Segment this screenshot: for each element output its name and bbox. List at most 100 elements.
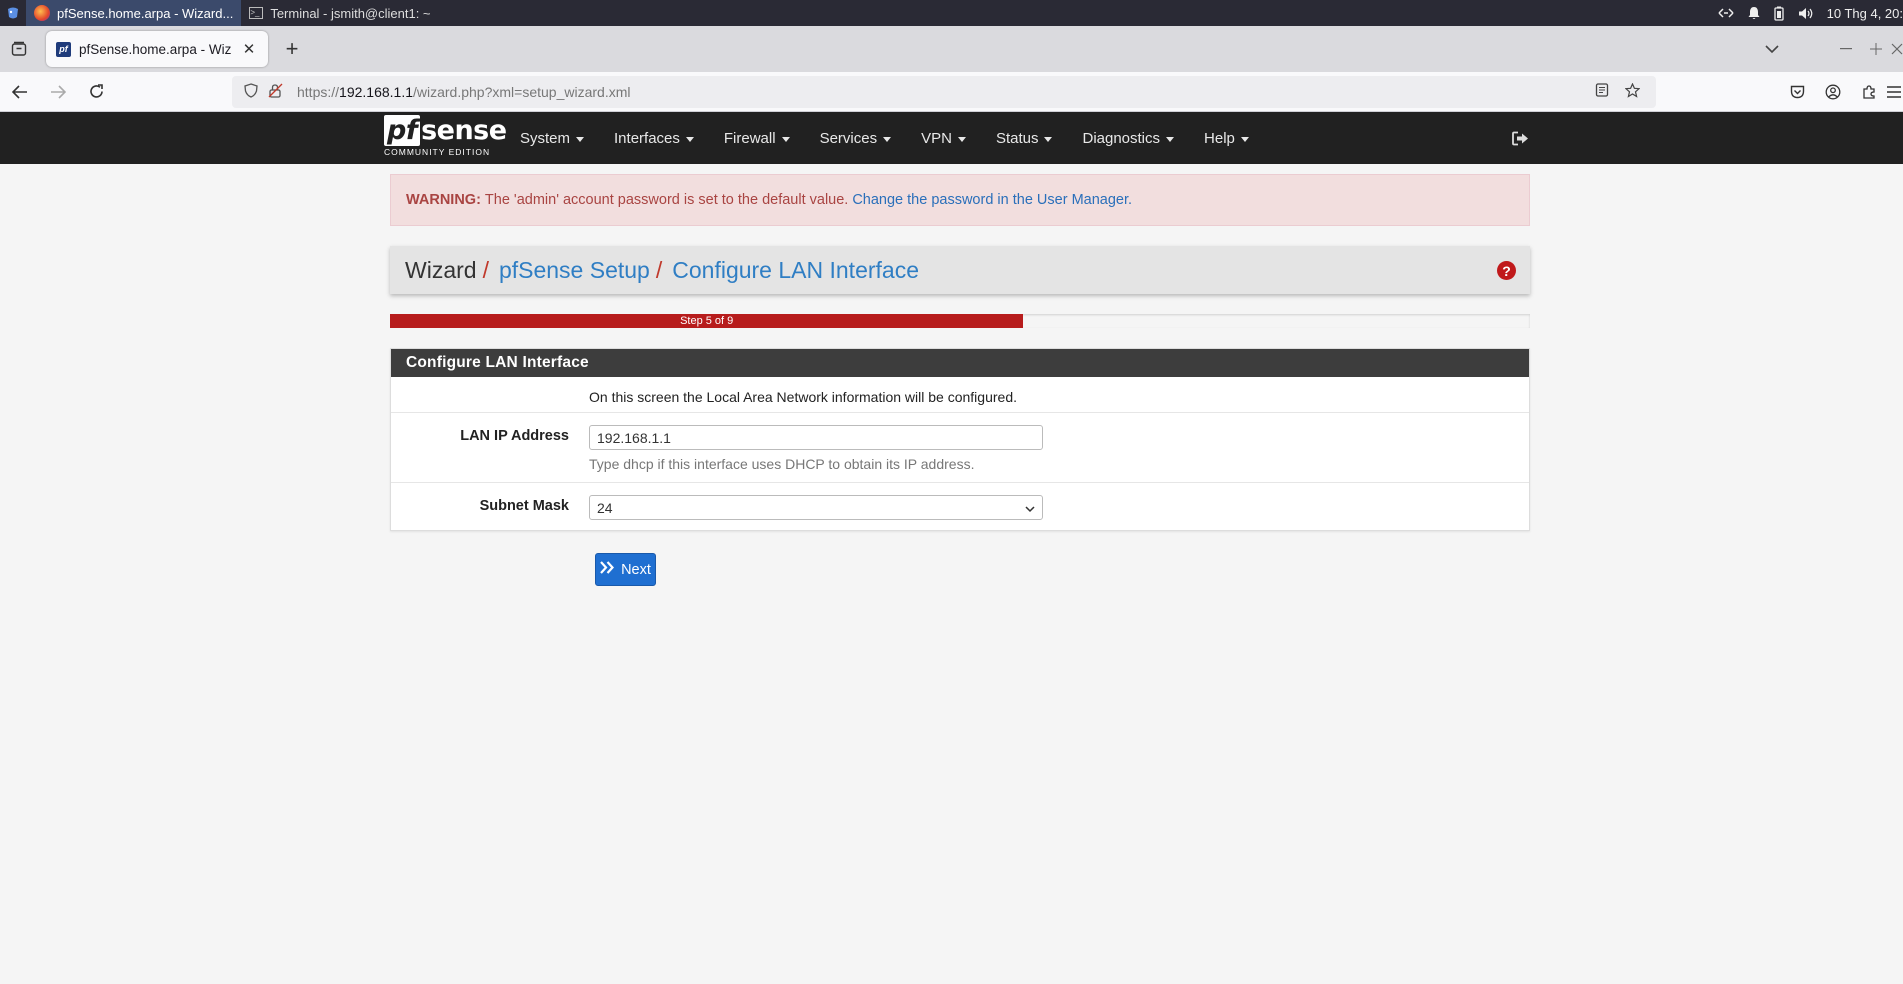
insecure-lock-icon[interactable] bbox=[268, 83, 283, 101]
caret-down-icon bbox=[1240, 136, 1249, 142]
caret-down-icon bbox=[883, 136, 892, 142]
browser-tab-active[interactable]: pf pfSense.home.arpa - Wizard: ✕ bbox=[46, 31, 268, 67]
subnet-field-wrap: 24 bbox=[589, 483, 1043, 530]
next-button-label: Next bbox=[621, 561, 651, 578]
menu-system[interactable]: System bbox=[505, 112, 599, 164]
menu-vpn[interactable]: VPN bbox=[906, 112, 981, 164]
taskbar-task-terminal[interactable]: >_ Terminal - jsmith@client1: ~ bbox=[241, 0, 438, 26]
wizard-progress-bar: Step 5 of 9 bbox=[390, 314, 1024, 328]
pfsense-main-menu: System Interfaces Firewall Services VPN … bbox=[505, 112, 1264, 164]
shield-icon[interactable] bbox=[244, 83, 258, 101]
url-bar-actions bbox=[1595, 82, 1656, 101]
configure-lan-panel: Configure LAN Interface On this screen t… bbox=[390, 348, 1530, 531]
pfsense-logo[interactable]: pf sense COMMUNITY EDITION bbox=[384, 115, 507, 161]
help-question-icon[interactable]: ? bbox=[1497, 261, 1516, 280]
intro-label-spacer bbox=[391, 377, 569, 412]
app-menu-icon[interactable] bbox=[1887, 76, 1903, 108]
firefox-icon bbox=[34, 5, 50, 21]
desktop-taskbar: pfSense.home.arpa - Wizard... >_ Termina… bbox=[0, 0, 1903, 26]
logo-sense-text: sense bbox=[421, 115, 507, 146]
reload-icon[interactable] bbox=[78, 76, 114, 108]
double-chevron-right-icon bbox=[600, 561, 615, 578]
logout-icon[interactable] bbox=[1508, 126, 1532, 150]
volume-icon[interactable] bbox=[1798, 7, 1813, 20]
menu-status[interactable]: Status bbox=[981, 112, 1068, 164]
extensions-icon[interactable] bbox=[1851, 76, 1887, 108]
menu-services[interactable]: Services bbox=[805, 112, 907, 164]
tab-title: pfSense.home.arpa - Wizard: bbox=[79, 41, 232, 57]
panel-title: Configure LAN Interface bbox=[391, 349, 1529, 377]
default-password-warning: WARNING: The 'admin' account password is… bbox=[390, 174, 1530, 226]
browser-tab-strip: pf pfSense.home.arpa - Wizard: ✕ + bbox=[0, 26, 1903, 72]
list-all-tabs-chevron-icon[interactable] bbox=[1757, 34, 1787, 64]
url-text: https://192.168.1.1/wizard.php?xml=setup… bbox=[297, 84, 630, 100]
menu-label: Diagnostics bbox=[1082, 129, 1161, 147]
lan-ip-field-wrap: Type dhcp if this interface uses DHCP to… bbox=[589, 413, 1043, 482]
reader-view-icon[interactable] bbox=[1595, 83, 1609, 101]
breadcrumb-configure-lan[interactable]: Configure LAN Interface bbox=[672, 257, 919, 284]
bookmark-star-icon[interactable] bbox=[1624, 82, 1641, 101]
new-tab-button[interactable]: + bbox=[276, 33, 308, 65]
pocket-icon[interactable] bbox=[1779, 76, 1815, 108]
battery-icon[interactable] bbox=[1773, 6, 1784, 21]
subnet-select[interactable]: 24 bbox=[589, 495, 1043, 520]
notification-bell-icon[interactable] bbox=[1748, 6, 1760, 20]
breadcrumb-pfsense-setup[interactable]: pfSense Setup bbox=[499, 257, 650, 284]
intro-text: On this screen the Local Area Network in… bbox=[589, 389, 1017, 405]
pfsense-favicon: pf bbox=[56, 41, 71, 57]
menu-label: Help bbox=[1204, 129, 1235, 147]
page-container: WARNING: The 'admin' account password is… bbox=[390, 174, 1530, 531]
back-arrow-icon[interactable] bbox=[2, 76, 38, 108]
forward-arrow-icon[interactable] bbox=[40, 76, 76, 108]
menu-diagnostics[interactable]: Diagnostics bbox=[1067, 112, 1189, 164]
caret-down-icon bbox=[957, 136, 966, 142]
lan-ip-help: Type dhcp if this interface uses DHCP to… bbox=[589, 456, 975, 472]
maximize-icon[interactable] bbox=[1861, 34, 1891, 64]
logo-subtitle: COMMUNITY EDITION bbox=[384, 147, 491, 157]
subnet-label: Subnet Mask bbox=[479, 498, 569, 514]
lan-ip-input[interactable] bbox=[589, 425, 1043, 450]
breadcrumb: Wizard / pfSense Setup / Configure LAN I… bbox=[390, 246, 1530, 294]
alert-text: The 'admin' account password is set to t… bbox=[484, 192, 849, 208]
menu-label: Status bbox=[995, 129, 1039, 147]
taskbar-task-label: pfSense.home.arpa - Wizard... bbox=[57, 5, 234, 21]
tab-close-icon[interactable]: ✕ bbox=[240, 40, 258, 58]
system-tray: 10 Thg 4, 20: bbox=[1718, 6, 1903, 21]
minimize-icon[interactable] bbox=[1831, 34, 1861, 64]
caret-down-icon bbox=[781, 136, 790, 142]
url-prefix: https:// bbox=[297, 84, 340, 100]
menu-label: System bbox=[520, 129, 571, 147]
progress-label: Step 5 of 9 bbox=[680, 315, 734, 327]
chevron-down-icon bbox=[1025, 500, 1035, 516]
change-password-link[interactable]: Change the password in the User Manager. bbox=[852, 192, 1132, 208]
menu-label: Firewall bbox=[723, 129, 776, 147]
breadcrumb-wizard: Wizard bbox=[405, 256, 477, 283]
breadcrumb-separator: / bbox=[482, 256, 489, 283]
firefox-view-icon[interactable] bbox=[0, 26, 38, 72]
caret-down-icon bbox=[576, 136, 585, 142]
intro-row: On this screen the Local Area Network in… bbox=[391, 377, 1529, 413]
lan-ip-label: LAN IP Address bbox=[460, 428, 569, 444]
url-host: 192.168.1.1 bbox=[339, 84, 413, 100]
app-launcher-icon[interactable] bbox=[0, 0, 26, 26]
network-icon[interactable] bbox=[1718, 7, 1734, 19]
subnet-select-value: 24 bbox=[597, 499, 613, 516]
close-window-icon[interactable] bbox=[1891, 34, 1903, 64]
caret-down-icon bbox=[1166, 136, 1175, 142]
alert-strong: WARNING: bbox=[406, 192, 481, 208]
menu-label: Services bbox=[819, 129, 878, 147]
taskbar-task-firefox[interactable]: pfSense.home.arpa - Wizard... bbox=[26, 0, 242, 26]
url-bar[interactable]: https://192.168.1.1/wizard.php?xml=setup… bbox=[232, 76, 1656, 108]
menu-firewall[interactable]: Firewall bbox=[709, 112, 805, 164]
menu-interfaces[interactable]: Interfaces bbox=[599, 112, 709, 164]
menu-help[interactable]: Help bbox=[1189, 112, 1264, 164]
account-icon[interactable] bbox=[1815, 76, 1851, 108]
terminal-icon: >_ bbox=[249, 7, 264, 19]
clock[interactable]: 10 Thg 4, 20: bbox=[1827, 6, 1903, 21]
lan-ip-row: LAN IP Address Type dhcp if this interfa… bbox=[391, 413, 1529, 483]
pfsense-navbar: pf sense COMMUNITY EDITION System Interfa… bbox=[0, 112, 1903, 164]
next-button[interactable]: Next bbox=[595, 553, 656, 586]
menu-label: VPN bbox=[921, 129, 952, 147]
menu-label: Interfaces bbox=[614, 129, 680, 147]
wizard-progress: Step 5 of 9 bbox=[390, 314, 1530, 328]
